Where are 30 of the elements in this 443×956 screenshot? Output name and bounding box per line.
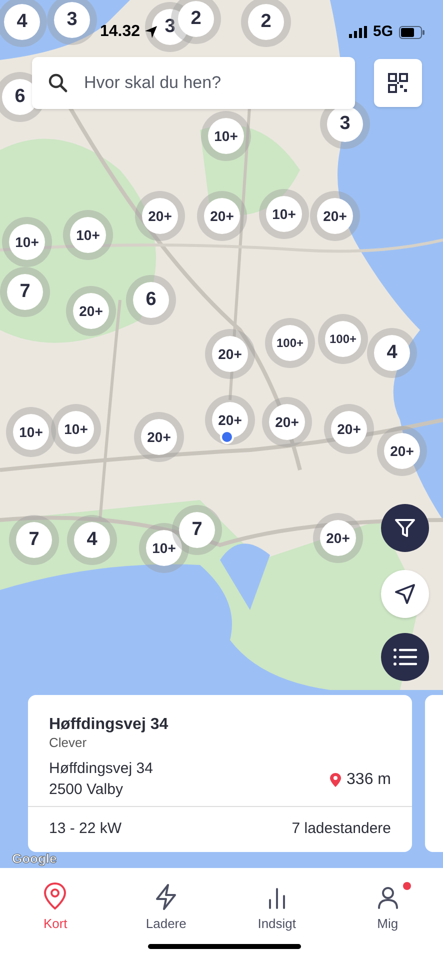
qr-code-button[interactable] [374, 59, 422, 107]
charger-count: 7 ladestandere [292, 819, 391, 840]
distance: 336 m [346, 770, 391, 790]
battery-icon [399, 26, 425, 38]
tab[interactable]: Indsigt [222, 882, 332, 934]
qr-code-icon [388, 73, 408, 93]
address-line: Høffdingsvej 34 [49, 759, 153, 780]
navigation-arrow-icon [394, 583, 416, 605]
search-icon [48, 73, 68, 93]
address-line: 2500 Valby [49, 780, 124, 800]
tab[interactable]: Ladere [110, 882, 222, 934]
lightning-icon [155, 884, 178, 910]
map-attribution: Google [12, 852, 57, 865]
tab[interactable]: Kort [0, 882, 111, 934]
status-time: 14.32 [100, 22, 140, 42]
power-range: 13 - 22 kW [49, 819, 122, 840]
operator-name: Clever [49, 735, 88, 752]
bar-chart-icon [266, 886, 287, 910]
search-field[interactable]: Hvor skal du hen? [32, 57, 355, 109]
filter-icon [394, 517, 416, 539]
map-pin-icon [43, 882, 68, 910]
station-name: Høffdingsvej 34 [49, 715, 170, 735]
station-card[interactable]: Høffdingsvej 34 Clever Høffdingsvej 34 2500 Valby 336 m 13 - 22 kW 7 ladestandere [28, 695, 412, 852]
location-arrow-icon [144, 25, 158, 39]
list-icon [393, 647, 417, 667]
person-icon [376, 886, 399, 910]
signal-icon [348, 26, 367, 38]
tab[interactable]: Mig [332, 882, 443, 934]
map-pin-icon [330, 772, 341, 787]
network-type: 5G [372, 22, 393, 42]
